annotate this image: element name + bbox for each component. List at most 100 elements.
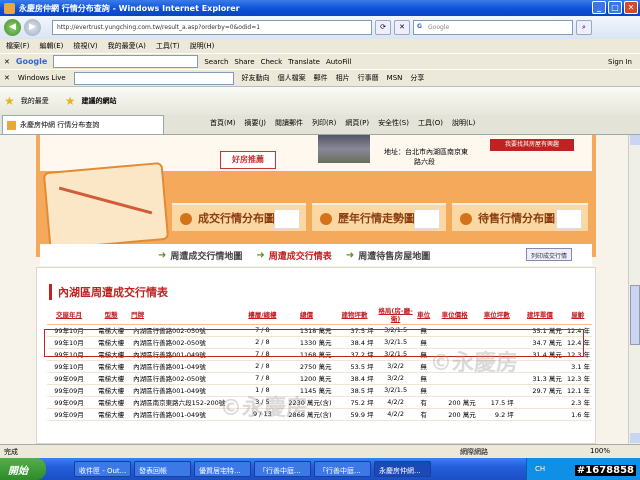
taskbar-item-doc2[interactable]: 「行善中庭... [314,461,371,477]
wl-item-mail[interactable]: 郵件 [314,73,328,83]
scroll-down-icon[interactable] [630,433,640,443]
taskbar-item-outlook[interactable]: 收件匣 - Out... [74,461,131,477]
close-toolbar-icon[interactable]: ✕ [4,58,10,66]
wl-item-profile[interactable]: 個人檔案 [278,73,306,83]
wl-search-input[interactable] [73,71,234,85]
tab-for-sale-distribution[interactable]: 待售行情分布圖 [452,203,588,231]
scroll-thumb[interactable] [630,285,640,345]
address-input[interactable]: http://evertrust.yungching.com.tw/result… [52,20,372,35]
menu-help[interactable]: 說明(H) [190,41,215,51]
search-icon[interactable]: ⌕ [576,20,592,35]
tab-yungching[interactable]: 永慶房仲網 行情分布查詢 [2,115,164,134]
google-search-input[interactable] [53,55,199,68]
back-button[interactable]: ◀ [4,19,21,36]
google-translate-button[interactable]: Translate [288,58,320,66]
tab-transaction-distribution[interactable]: 成交行情分布圖 [172,203,306,231]
col-floor[interactable]: 樓層/總樓 [245,306,280,325]
col-address[interactable]: 門牌 [131,306,246,325]
read-mail-button[interactable]: 閱讀郵件 [275,118,303,128]
inquire-button[interactable]: 我要找其房屋有興趣 [490,139,574,151]
col-type[interactable]: 型態 [91,306,132,325]
col-parking[interactable]: 車位 [415,306,432,325]
table-cell: 12.3 年 [563,372,592,385]
taskbar-item-house[interactable]: 優質居宅特... [194,461,251,477]
help-menu-button[interactable]: 說明(L) [452,118,475,128]
favorites-button[interactable]: 我的最愛 [21,96,49,106]
map-thumbnail[interactable] [42,161,170,251]
tab-historical-trend[interactable]: 歷年行情走勢圖 [312,203,446,231]
start-button[interactable]: 開始 [0,458,46,480]
col-parking-price[interactable]: 車位價格 [431,306,478,325]
minimize-button[interactable]: _ [592,1,606,14]
table-row[interactable]: 99年09月 電梯大樓 內湖區南京東路六段152-200號 3 / 5 2230 萬元(… [47,396,592,409]
favorites-star-icon[interactable]: ★ [4,94,15,108]
favorites-bar: ★ 我的最愛 ★ 建議的網站 [0,86,640,115]
suggested-sites-button[interactable]: 建議的網站 [82,96,117,106]
google-toolbar: ✕ Google Search Share Check Translate Au… [0,53,640,69]
table-cell: 29.7 萬元 [515,384,564,397]
google-search-button[interactable]: Search [204,58,228,66]
col-date[interactable]: 交屋年月 [47,306,92,325]
col-unit-price[interactable]: 建坪單價 [515,306,564,325]
wl-item-msn[interactable]: MSN [387,74,403,82]
table-cell: 3/2/2 [375,372,416,385]
vertical-scrollbar[interactable] [628,135,640,444]
menu-favorites[interactable]: 我的最愛(A) [108,41,146,51]
recommend-badge[interactable]: 好房推薦 [220,151,276,169]
col-parking-area[interactable]: 車位坪數 [477,306,516,325]
refresh-icon[interactable]: ⟳ [375,20,391,35]
scroll-up-icon[interactable] [630,135,640,145]
table-cell: 9.2 坪 [477,408,516,421]
wl-item-photos[interactable]: 相片 [336,73,350,83]
print-button[interactable]: 列印(R) [312,118,336,128]
taskbar-item-ie[interactable]: 永慶房仲網... [374,461,431,477]
table-cell: 4/2/2 [375,396,416,409]
close-wl-toolbar-icon[interactable]: ✕ [4,74,10,82]
table-cell: 3/2/2 [375,360,416,373]
link-transaction-table[interactable]: ➜ 周遭成交行情表 [256,249,331,262]
table-cell: 17.5 坪 [477,396,516,409]
col-layout[interactable]: 格局(房-廳-衛) [375,306,416,325]
search-input[interactable]: Google [413,20,573,35]
window-title: 永慶房仲網 行情分布查詢 - Windows Internet Explorer [19,3,240,13]
google-signin-button[interactable]: Sign In [608,58,632,66]
table-row[interactable]: 99年09月 電梯大樓 內湖區行善路001-049號 9 / 13 2866 萬元(含)… [47,408,592,421]
menu-tools[interactable]: 工具(T) [156,41,180,51]
page-menu-button[interactable]: 網頁(P) [345,118,369,128]
table-row[interactable]: 99年09月 電梯大樓 內湖區行善路001-049號 1 / 8 1145 萬元 38.5… [47,384,592,397]
wl-item-calendar[interactable]: 行事曆 [358,73,379,83]
tools-menu-button[interactable]: 工具(O) [418,118,443,128]
taskbar-item-post[interactable]: 發表回帳 [134,461,191,477]
col-age[interactable]: 屋齡 [563,306,592,325]
zoom-level[interactable]: 100% [590,447,610,455]
link-for-sale-map[interactable]: ➜ 周遭待售房屋地圖 [346,249,430,262]
table-cell: 99年09月 [47,396,92,409]
link-transaction-map[interactable]: ➜ 周遭成交行情地圖 [158,249,242,262]
col-price[interactable]: 總價 [279,306,334,325]
google-autofill-button[interactable]: AutoFill [326,58,352,66]
stop-icon[interactable]: ✕ [394,20,410,35]
menu-view[interactable]: 檢視(V) [73,41,97,51]
wl-item-friends[interactable]: 好友動向 [242,73,270,83]
feeds-button[interactable]: 摘要(J) [245,118,267,128]
menu-edit[interactable]: 編輯(E) [40,41,64,51]
wl-item-share[interactable]: 分享 [410,73,424,83]
taskbar-item-doc1[interactable]: 「行善中庭... [254,461,311,477]
security-zone[interactable]: 網際網路 [460,447,488,457]
forward-button[interactable]: ▶ [24,19,41,36]
home-button[interactable]: 首頁(M) [210,118,236,128]
language-indicator[interactable]: CH [535,465,545,473]
col-area[interactable]: 建物坪數 [333,306,376,325]
menu-file[interactable]: 檔案(F) [6,41,30,51]
google-share-button[interactable]: Share [234,58,254,66]
table-cell: 電梯大樓 [91,384,132,397]
add-favorite-icon[interactable]: ★ [65,94,76,108]
status-text: 完成 [4,447,18,456]
maximize-button[interactable]: □ [608,1,622,14]
table-cell: 12.1 年 [563,384,592,397]
google-check-button[interactable]: Check [261,58,283,66]
print-transactions-button[interactable]: 列印成交行情 [525,248,572,261]
safety-menu-button[interactable]: 安全性(S) [378,118,409,128]
window-titlebar: 永慶房仲網 行情分布查詢 - Windows Internet Explorer… [0,0,640,16]
close-window-button[interactable]: ✕ [624,1,638,14]
